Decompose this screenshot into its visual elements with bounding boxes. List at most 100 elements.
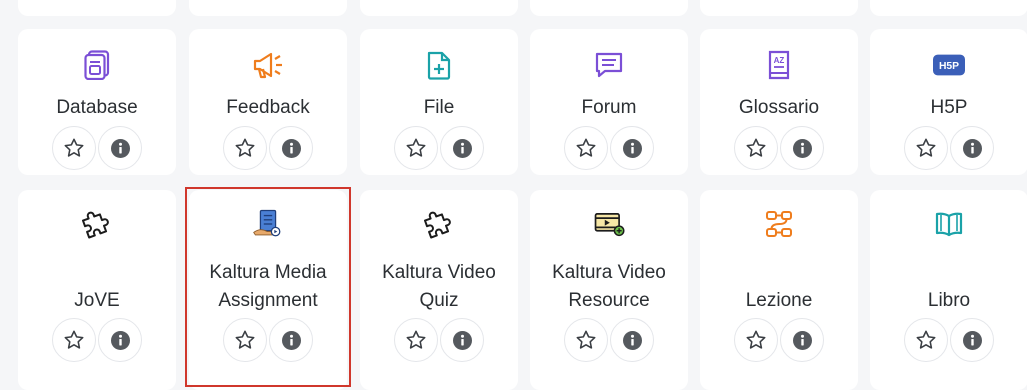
info-button[interactable] (440, 126, 484, 170)
activity-label-line: Libro (927, 290, 971, 311)
activity-label-line: Lezione (745, 290, 813, 311)
activity-label: Kaltura Video Resource (530, 259, 688, 315)
chat-bubble-icon (593, 49, 625, 81)
activity-actions (51, 126, 143, 170)
info-button[interactable] (950, 126, 994, 170)
info-icon (452, 138, 472, 158)
star-outline-icon (745, 137, 767, 159)
star-button[interactable] (564, 318, 608, 362)
megaphone-icon (252, 49, 284, 81)
info-icon (110, 138, 130, 158)
info-icon (281, 330, 301, 350)
info-icon (452, 330, 472, 350)
star-outline-icon (915, 137, 937, 159)
star-button[interactable] (223, 318, 267, 362)
glossary-book-icon: AZ (763, 49, 795, 81)
star-outline-icon (63, 329, 85, 351)
info-icon (110, 330, 130, 350)
activity-actions (393, 126, 485, 170)
activity-label-line: Kaltura Media (209, 262, 327, 283)
star-button[interactable] (52, 126, 96, 170)
activity-card-kaltura-video-quiz[interactable]: Kaltura Video Quiz (360, 190, 518, 390)
star-button[interactable] (734, 126, 778, 170)
info-icon (962, 330, 982, 350)
file-plus-icon (423, 49, 455, 81)
star-outline-icon (405, 137, 427, 159)
info-button[interactable] (98, 318, 142, 362)
activity-card-h5p[interactable]: H5P H5P (870, 29, 1027, 175)
activity-actions (51, 318, 143, 362)
star-button[interactable] (394, 126, 438, 170)
activity-card-forum[interactable]: Forum (530, 29, 688, 175)
star-outline-icon (575, 137, 597, 159)
info-icon (281, 138, 301, 158)
activity-actions (563, 318, 655, 362)
activity-label: JoVE (18, 287, 176, 315)
activity-label: H5P (870, 94, 1027, 122)
star-button[interactable] (904, 126, 948, 170)
activity-label-line: File (423, 97, 455, 118)
info-icon (792, 138, 812, 158)
activity-label: Feedback (189, 94, 347, 122)
info-button[interactable] (269, 318, 313, 362)
star-outline-icon (745, 329, 767, 351)
info-button[interactable] (950, 318, 994, 362)
h5p-logo: H5P (933, 49, 965, 81)
svg-text:H5P: H5P (939, 61, 959, 72)
activity-label: Lezione (700, 287, 858, 315)
database-icon (81, 49, 113, 81)
star-button[interactable] (734, 318, 778, 362)
activity-actions (222, 318, 314, 362)
activity-label: Libro (870, 287, 1027, 315)
activity-label: Kaltura Video Quiz (360, 259, 518, 315)
activity-actions (222, 126, 314, 170)
puzzle-piece-icon (423, 208, 455, 240)
star-button[interactable] (394, 318, 438, 362)
activity-label-line: Kaltura Video (382, 262, 496, 283)
activity-actions (733, 126, 825, 170)
star-button[interactable] (52, 318, 96, 362)
activity-label-line: JoVE (74, 290, 120, 311)
info-button[interactable] (610, 126, 654, 170)
activity-card-libro[interactable]: Libro (870, 190, 1027, 390)
activity-label-line: Feedback (226, 97, 310, 118)
info-button[interactable] (610, 318, 654, 362)
star-outline-icon (575, 329, 597, 351)
info-button[interactable] (780, 318, 824, 362)
info-button[interactable] (269, 126, 313, 170)
activity-actions (563, 126, 655, 170)
kaltura-assignment-icon (252, 208, 284, 240)
info-button[interactable] (780, 126, 824, 170)
activity-card-database[interactable]: Database (18, 29, 176, 175)
activity-label: Kaltura Media Assignment (189, 259, 347, 315)
activity-label: Glossario (700, 94, 858, 122)
activity-card-kaltura-video-resource[interactable]: Kaltura Video Resource (530, 190, 688, 390)
info-button[interactable] (440, 318, 484, 362)
puzzle-piece-icon (81, 208, 113, 240)
activity-actions (903, 126, 995, 170)
svg-text:AZ: AZ (774, 56, 785, 65)
activity-chooser-grid: Database Feedback File Forum AZ Glossario H5P H… (0, 0, 1027, 390)
info-button[interactable] (98, 126, 142, 170)
star-outline-icon (234, 137, 256, 159)
lesson-flow-icon (763, 208, 795, 240)
star-button[interactable] (564, 126, 608, 170)
activity-card-file[interactable]: File (360, 29, 518, 175)
activity-card-feedback[interactable]: Feedback (189, 29, 347, 175)
activity-card-kaltura-media-assignment[interactable]: Kaltura Media Assignment (189, 190, 347, 390)
activity-label-line: Database (56, 97, 138, 118)
star-button[interactable] (904, 318, 948, 362)
activity-card-lezione[interactable]: Lezione (700, 190, 858, 390)
activity-card-glossario[interactable]: AZ Glossario (700, 29, 858, 175)
star-button[interactable] (223, 126, 267, 170)
star-outline-icon (234, 329, 256, 351)
activity-card-jove[interactable]: JoVE (18, 190, 176, 390)
activity-label: Forum (530, 94, 688, 122)
activity-label-line: Assignment (218, 290, 318, 311)
activity-label: File (360, 94, 518, 122)
star-outline-icon (63, 137, 85, 159)
star-outline-icon (915, 329, 937, 351)
info-icon (622, 330, 642, 350)
open-book-icon (933, 208, 965, 240)
video-player-plus-icon (593, 208, 625, 240)
